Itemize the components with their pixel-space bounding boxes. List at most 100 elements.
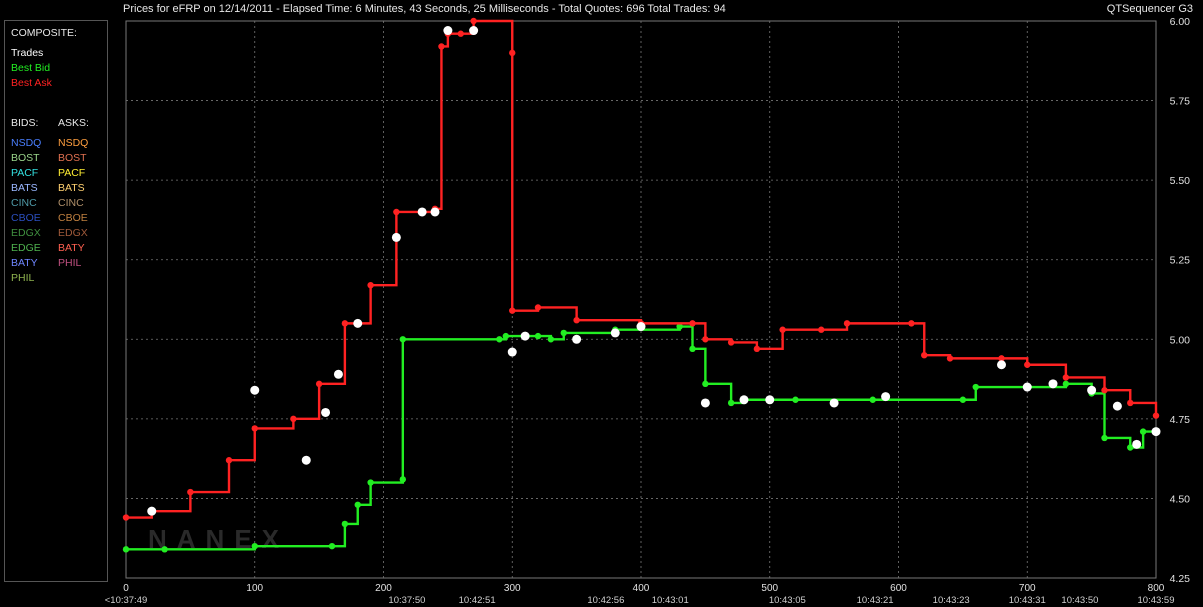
series-point-best-ask (438, 43, 445, 50)
x-time-label: 10:42:51 (459, 595, 496, 606)
series-point-trades (250, 385, 260, 395)
x-tick-label: 800 (1148, 583, 1165, 594)
series-point-best-ask (1062, 374, 1070, 381)
x-time-label: <10:37:49 (105, 595, 148, 606)
y-tick-label: 5.00 (1170, 334, 1191, 346)
series-point-best-bid (161, 546, 168, 553)
series-point-trades (443, 26, 453, 36)
x-tick-label: 500 (761, 583, 778, 594)
series-point-best-ask (779, 326, 786, 333)
series-point-best-ask (341, 320, 349, 327)
series-point-best-bid (122, 546, 130, 553)
series-point-best-ask (509, 49, 516, 57)
series-point-best-bid (1139, 428, 1147, 435)
series-point-best-bid (792, 396, 799, 403)
series-point-best-ask (1127, 399, 1134, 407)
series-point-trades (1087, 385, 1097, 395)
series-point-best-ask (727, 339, 735, 346)
series-point-trades (829, 398, 839, 408)
series-point-best-bid (502, 332, 510, 340)
series-point-trades (1048, 379, 1058, 389)
plot-frame (125, 20, 1157, 579)
price-chart: 6.00 5.75 5.50 5.25 5.00 4.75 4.50 4.25 0 100 200 3… (105, 16, 1191, 606)
series-point-best-bid (328, 542, 336, 550)
series-point-best-bid (689, 345, 696, 353)
x-tick-label: 400 (633, 583, 650, 594)
series-point-best-ask (1101, 387, 1108, 394)
x-tick-label: 600 (890, 583, 907, 594)
series-point-trades (997, 360, 1006, 370)
series-point-trades (469, 26, 479, 36)
series-point-best-bid (367, 479, 374, 486)
series-point-best-ask (251, 425, 258, 432)
x-time-label: 10:43:05 (769, 595, 806, 606)
series-point-best-bid (534, 332, 542, 340)
series-point-best-ask (457, 30, 464, 37)
series-line-best-ask (126, 19, 1158, 519)
series-point-best-ask (290, 415, 297, 423)
series-point-best-ask (573, 316, 580, 324)
series-point-best-ask (946, 355, 954, 362)
y-tick-label: 6.00 (1170, 16, 1191, 28)
series-point-best-ask (1024, 361, 1031, 368)
series-point-best-bid (959, 396, 967, 403)
series-point-best-ask (315, 380, 323, 388)
series-point-best-ask (187, 488, 194, 496)
y-tick-label: 5.75 (1170, 96, 1191, 108)
y-tick-label: 5.50 (1170, 175, 1191, 187)
series-point-best-ask (818, 326, 825, 333)
series-point-best-ask (509, 307, 516, 314)
series-point-trades (507, 347, 517, 357)
y-tick-label: 4.25 (1170, 573, 1191, 585)
series-point-trades (700, 398, 710, 408)
series-point-best-bid (1101, 434, 1108, 442)
x-time-label: 10:37:50 (388, 595, 425, 606)
series-point-trades (1022, 382, 1032, 392)
series-point-best-bid (399, 336, 407, 343)
series-point-best-bid (869, 396, 876, 403)
series-point-best-bid (496, 336, 503, 343)
x-time-label: 10:43:01 (652, 595, 689, 606)
series-point-best-ask (843, 320, 851, 327)
series-point-trades (353, 318, 363, 328)
series-point-best-bid (1062, 380, 1070, 388)
series-point-trades (147, 506, 157, 516)
series-point-best-ask (534, 304, 542, 311)
series-point-best-bid (341, 520, 349, 528)
x-time-label: 10:43:23 (933, 595, 970, 606)
series-point-trades (417, 207, 427, 217)
series-point-best-ask (470, 17, 477, 25)
series-point-trades (1112, 401, 1122, 411)
series-point-best-ask (921, 352, 928, 359)
series-point-best-bid (560, 329, 567, 337)
series-point-trades (1151, 427, 1161, 437)
x-time-label: 10:43:50 (1061, 595, 1098, 606)
series-point-best-ask (393, 208, 400, 216)
series-point-best-ask (689, 320, 696, 327)
series-point-trades (739, 395, 749, 405)
x-tick-label: 700 (1019, 583, 1036, 594)
series-point-trades (881, 392, 891, 402)
series-point-best-bid (399, 476, 407, 483)
series-point-best-ask (908, 320, 915, 327)
series-point-trades (333, 369, 343, 379)
series-point-trades (391, 232, 401, 242)
x-tick-label: 0 (123, 583, 129, 594)
x-time-label: 10:43:21 (857, 595, 894, 606)
y-tick-label: 4.75 (1170, 414, 1191, 426)
series-point-best-bid (972, 383, 979, 391)
series-point-trades (321, 407, 331, 417)
x-time-label: 10:42:56 (587, 595, 624, 606)
series-point-best-ask (702, 336, 709, 343)
series-point-best-bid (251, 542, 258, 550)
series-point-best-ask (1152, 412, 1160, 419)
series-point-best-ask (367, 281, 374, 289)
series-point-trades (301, 455, 311, 465)
series-point-best-bid (727, 399, 735, 407)
series-point-best-bid (354, 501, 361, 508)
series-point-trades (636, 322, 646, 332)
series-point-trades (520, 331, 530, 341)
x-tick-label: 300 (504, 583, 521, 594)
series-point-trades (610, 328, 620, 338)
y-tick-label: 5.25 (1170, 255, 1191, 267)
